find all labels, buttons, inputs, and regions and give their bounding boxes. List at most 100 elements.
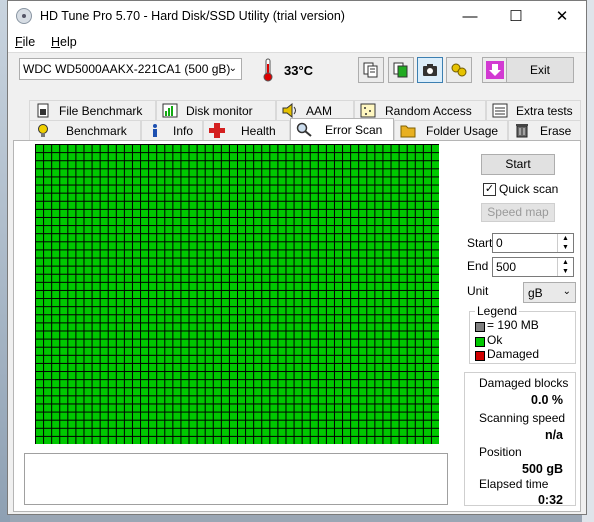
scan-block [76, 331, 84, 339]
scan-block [343, 274, 351, 282]
scan-block [221, 153, 229, 161]
quick-scan-checkbox[interactable]: ✓ [483, 183, 496, 196]
tab-error-scan[interactable]: Error Scan [290, 118, 394, 140]
copy-green-icon [393, 62, 408, 78]
tab-erase[interactable]: Erase [508, 120, 581, 140]
scan-block [173, 323, 181, 331]
scan-block [76, 339, 84, 347]
scan-block [262, 355, 270, 363]
scan-block [407, 363, 415, 372]
scan-block [391, 428, 399, 436]
scan-block [262, 193, 270, 201]
save-button[interactable] [482, 57, 508, 83]
scan-block [68, 331, 76, 339]
scan-block [165, 412, 173, 420]
spin-arrows-icon[interactable]: ▲ ▼ [557, 234, 573, 252]
scan-block [157, 436, 165, 444]
start-position-field[interactable]: 0 ▲ ▼ [492, 233, 574, 253]
drive-select[interactable]: WDC WD5000AAKX-221CA1 (500 gB) ⌄ [19, 58, 242, 80]
scan-log-area[interactable] [24, 453, 448, 505]
scan-block [165, 201, 173, 209]
scan-block [431, 347, 439, 355]
exit-button[interactable]: Exit [506, 57, 574, 83]
scan-block [149, 177, 157, 185]
chevron-down-icon: ⌄ [228, 63, 237, 74]
scan-block [399, 266, 407, 274]
scan-block [367, 177, 375, 185]
scan-block [149, 396, 157, 404]
maximize-button[interactable]: ☐ [493, 1, 539, 32]
scan-block [391, 250, 399, 258]
tab-disk-monitor[interactable]: Disk monitor [156, 100, 276, 120]
title-bar[interactable]: HD Tune Pro 5.70 - Hard Disk/SSD Utility… [8, 1, 586, 32]
scan-block [343, 412, 351, 420]
scan-block [213, 404, 221, 412]
scan-block [205, 404, 213, 412]
scan-block [173, 242, 181, 250]
scan-block [375, 396, 383, 404]
scan-block [326, 380, 334, 388]
scan-block [359, 209, 367, 217]
options-button[interactable] [446, 57, 472, 83]
start-scan-button[interactable]: Start [481, 154, 555, 175]
tab-benchmark[interactable]: Benchmark [29, 120, 141, 140]
scan-block [391, 323, 399, 331]
scan-block [108, 299, 116, 307]
scan-block [100, 266, 108, 274]
tab-folder-usage[interactable]: Folder Usage [394, 120, 508, 140]
tab-file-benchmark[interactable]: File Benchmark [29, 100, 156, 120]
scan-block [108, 420, 116, 428]
scan-block [197, 258, 205, 266]
scan-block [52, 193, 60, 201]
menu-file[interactable]: File [15, 35, 35, 49]
scan-block [270, 299, 278, 307]
scan-block [343, 169, 351, 177]
scan-block [391, 226, 399, 234]
scan-block [246, 307, 254, 315]
scan-block [221, 169, 229, 177]
scan-block [116, 436, 124, 444]
scan-block [294, 282, 302, 290]
scan-block [124, 177, 132, 185]
scan-block [149, 242, 157, 250]
scan-block [84, 323, 92, 331]
scan-block [302, 193, 310, 201]
scan-block [407, 315, 415, 323]
scan-block [278, 388, 286, 396]
speed-map-button[interactable]: Speed map [481, 203, 555, 222]
scan-block [221, 177, 229, 185]
copy-screenshot-button[interactable] [388, 57, 414, 83]
scan-block [294, 347, 302, 355]
menu-help[interactable]: Help [51, 35, 77, 49]
scan-block [197, 420, 205, 428]
screenshot-button[interactable] [417, 57, 443, 83]
copy-info-button[interactable] [358, 57, 384, 83]
scan-block [197, 242, 205, 250]
scan-block [351, 436, 359, 444]
unit-select[interactable]: gB ⌄ [523, 282, 576, 303]
tab-extra-tests[interactable]: Extra tests [486, 100, 581, 120]
scan-block [334, 323, 343, 331]
scan-block [302, 323, 310, 331]
scan-block [36, 266, 44, 274]
close-button[interactable]: ✕ [539, 1, 585, 32]
scan-block [318, 153, 326, 161]
tab-random-access[interactable]: Random Access [354, 100, 486, 120]
end-position-field[interactable]: 500 ▲ ▼ [492, 257, 574, 277]
tab-aam[interactable]: AAM [276, 100, 354, 120]
scan-block [351, 234, 359, 242]
scan-block [310, 177, 318, 185]
tab-health[interactable]: Health [203, 120, 290, 140]
scan-block [367, 315, 375, 323]
minimize-button[interactable]: — [447, 1, 493, 32]
scan-block [278, 331, 286, 339]
spin-arrows-icon[interactable]: ▲ ▼ [557, 258, 573, 276]
scan-block [351, 266, 359, 274]
scan-block [278, 242, 286, 250]
scan-block [246, 209, 254, 217]
scan-block [415, 185, 423, 193]
tab-info[interactable]: Info [141, 120, 203, 140]
scan-block [343, 323, 351, 331]
scan-block [36, 420, 44, 428]
scan-block [367, 161, 375, 169]
